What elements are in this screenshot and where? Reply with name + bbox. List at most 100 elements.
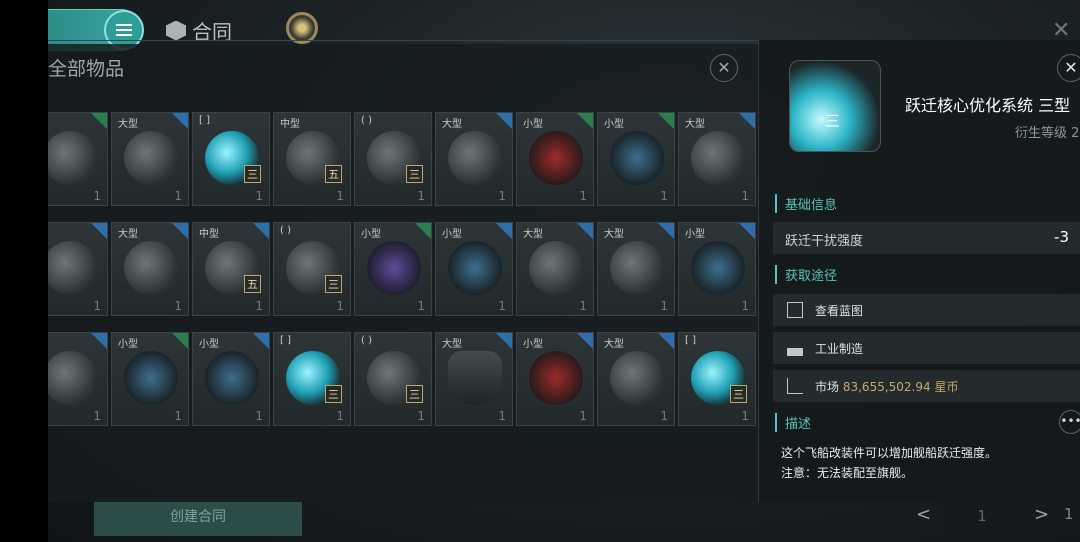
item-icon — [610, 131, 664, 185]
inventory-item[interactable]: 中型五 1 — [273, 112, 351, 206]
inventory-item[interactable]: ( ) 三 1 — [354, 332, 432, 426]
item-size-label: ( ) — [280, 225, 291, 236]
inventory-item[interactable]: 小型 1 — [354, 222, 432, 316]
item-level: 衍生等级 2 — [1015, 126, 1080, 141]
item-size-label: 大型 — [118, 229, 138, 240]
inventory-item[interactable]: 1 — [48, 332, 108, 426]
item-icon — [48, 241, 97, 295]
next-page-icon[interactable]: > — [1034, 504, 1049, 525]
item-size-label: [ ] — [685, 335, 696, 346]
item-icon — [124, 241, 178, 295]
inventory-item[interactable]: 大型 1 — [516, 222, 594, 316]
item-corner-badge — [577, 333, 593, 349]
chart-icon — [787, 378, 803, 394]
item-quantity: 1 — [336, 409, 344, 423]
item-corner-badge — [253, 223, 269, 239]
item-icon — [48, 351, 97, 405]
blueprint-icon — [787, 302, 803, 318]
inventory-item[interactable]: 大型 1 — [111, 222, 189, 316]
item-quantity: 1 — [741, 189, 749, 203]
inventory-item[interactable]: 1 — [48, 112, 108, 206]
inventory-item[interactable]: 小型 1 — [435, 222, 513, 316]
item-size-label: 小型 — [442, 229, 462, 240]
section-basic-info: 基础信息 — [775, 194, 837, 213]
item-corner-badge — [172, 223, 188, 239]
stat-value: -3 — [1054, 228, 1069, 246]
item-size-label: 大型 — [442, 119, 462, 130]
item-tier-badge: 三 — [325, 385, 342, 403]
source-industry-row[interactable]: 工业制造 — [773, 332, 1080, 364]
page-number[interactable]: 1 — [944, 500, 1020, 532]
item-size-label: 大型 — [604, 339, 624, 350]
detail-close-button[interactable]: ✕ — [1057, 54, 1080, 82]
more-icon[interactable]: ••• — [1059, 410, 1080, 434]
app-screen: 合同 ✕ 全部物品 ✕ 1 大型 1[ ] 三 1 中型五 1( ) 三 1 大型 1 小型 1 小型 1 大… — [48, 0, 1080, 542]
inventory-item[interactable]: 大型 1 — [597, 332, 675, 426]
inventory-panel: 全部物品 ✕ 1 大型 1[ ] 三 1 中型五 1( ) 三 1 大型 1 小型 1 小型 1 大型 1 1 大型… — [48, 44, 758, 502]
inventory-item[interactable]: [ ] 三 1 — [678, 332, 756, 426]
item-corner-badge — [739, 223, 755, 239]
item-corner-badge — [739, 113, 755, 129]
inventory-item[interactable]: 小型 1 — [516, 332, 594, 426]
inventory-item[interactable]: 大型 1 — [111, 112, 189, 206]
item-size-label: 大型 — [442, 339, 462, 350]
item-icon — [529, 131, 583, 185]
inventory-item[interactable]: [ ] 三 1 — [273, 332, 351, 426]
item-icon — [205, 351, 259, 405]
item-quantity: 1 — [336, 189, 344, 203]
item-icon — [448, 351, 502, 405]
inventory-item[interactable]: 1 — [48, 222, 108, 316]
description-line-1: 这个飞船改装件可以增加舰船跃迁强度。 — [781, 446, 998, 460]
inventory-item[interactable]: ( ) 三 1 — [273, 222, 351, 316]
item-quantity: 1 — [660, 409, 668, 423]
item-size-label: 小型 — [523, 339, 543, 350]
item-quantity: 1 — [417, 299, 425, 313]
item-icon — [448, 241, 502, 295]
item-image — [789, 60, 881, 152]
inventory-item[interactable]: 大型 1 — [597, 222, 675, 316]
item-quantity: 1 — [741, 299, 749, 313]
item-tier-badge: 五 — [244, 275, 261, 293]
item-quantity: 1 — [498, 299, 506, 313]
cube-icon — [166, 20, 186, 41]
inventory-item[interactable]: 小型 1 — [678, 222, 756, 316]
inventory-item[interactable]: 小型 1 — [516, 112, 594, 206]
item-size-label: 小型 — [604, 119, 624, 130]
item-size-label: 大型 — [604, 229, 624, 240]
item-tier-badge: 三 — [825, 112, 841, 130]
inventory-item[interactable]: 小型 1 — [111, 332, 189, 426]
inventory-item[interactable]: 大型 1 — [435, 112, 513, 206]
inventory-item[interactable]: 大型 1 — [678, 112, 756, 206]
item-size-label: 中型 — [280, 119, 300, 130]
source-blueprint-label: 查看蓝图 — [815, 304, 864, 318]
item-size-label: 大型 — [118, 119, 138, 130]
item-quantity: 1 — [93, 299, 101, 313]
item-corner-badge — [496, 113, 512, 129]
item-quantity: 1 — [174, 299, 182, 313]
create-contract-button[interactable]: 创建合同 — [94, 502, 302, 536]
item-quantity: 1 — [174, 409, 182, 423]
inventory-item[interactable]: 中型五 1 — [192, 222, 270, 316]
source-blueprint-row[interactable]: 查看蓝图 — [773, 294, 1080, 326]
inventory-item[interactable]: ( ) 三 1 — [354, 112, 432, 206]
item-size-label: ( ) — [361, 335, 372, 346]
inventory-item[interactable]: [ ] 三 1 — [192, 112, 270, 206]
item-quantity: 1 — [498, 409, 506, 423]
letterbox-left — [0, 0, 48, 542]
item-icon — [610, 241, 664, 295]
source-market-row[interactable]: 市场 83,655,502.94 星币 — [773, 370, 1080, 402]
item-tier-badge: 五 — [325, 165, 342, 183]
item-quantity: 1 — [660, 299, 668, 313]
inventory-item[interactable]: 大型 1 — [435, 332, 513, 426]
item-quantity: 1 — [255, 409, 263, 423]
stat-label: 跃迁干扰强度 — [785, 234, 864, 249]
item-icon — [367, 241, 421, 295]
item-tier-badge: 三 — [730, 385, 747, 403]
item-corner-badge — [415, 223, 431, 239]
inventory-close-button[interactable]: ✕ — [710, 54, 738, 82]
item-corner-badge — [172, 333, 188, 349]
item-quantity: 1 — [660, 189, 668, 203]
inventory-item[interactable]: 小型 1 — [192, 332, 270, 426]
prev-page-icon[interactable]: < — [916, 504, 931, 525]
inventory-item[interactable]: 小型 1 — [597, 112, 675, 206]
